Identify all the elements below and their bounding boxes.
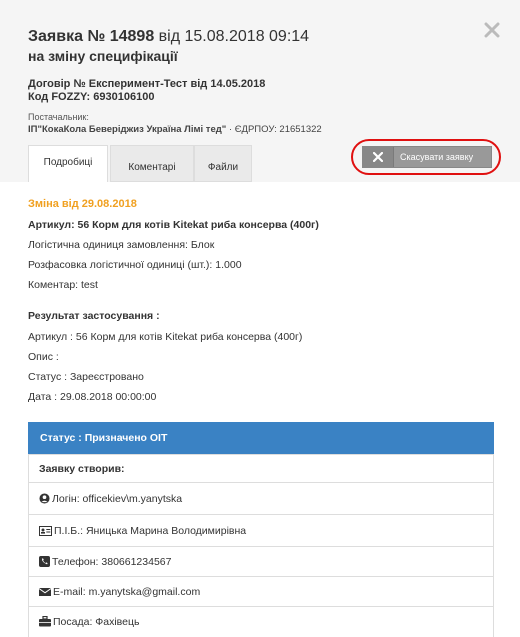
request-number: Заявка № 14898 bbox=[28, 28, 155, 45]
list-item: Телефон: 380661234567 bbox=[29, 546, 493, 576]
supplier-label: Постачальник: bbox=[28, 112, 89, 122]
cancel-request-button[interactable]: Скасувати заявку bbox=[362, 146, 492, 168]
result-description: Опис : bbox=[28, 351, 59, 363]
status-heading: Статус : Призначено ОІТ bbox=[28, 422, 494, 454]
user-icon bbox=[39, 493, 50, 507]
list-item: Логін: officekiev\m.yanytska bbox=[29, 482, 493, 514]
close-icon bbox=[363, 147, 394, 167]
tab-files[interactable]: Файли bbox=[194, 145, 252, 182]
email-value: E-mail: m.yanytska@gmail.com bbox=[53, 586, 201, 598]
list-item: Заявку створив: bbox=[29, 454, 493, 482]
page-title: Заявка № 14898 від 15.08.2018 09:14 bbox=[28, 28, 309, 46]
result-article: Артикул : 56 Корм для котів Kitekat риба… bbox=[28, 331, 303, 343]
status-heading-label: Статус : Призначено ОІТ bbox=[40, 432, 168, 444]
phone-icon bbox=[39, 556, 50, 570]
request-date: від 15.08.2018 09:14 bbox=[158, 28, 310, 45]
tab-comments[interactable]: Коментарі bbox=[110, 145, 194, 182]
list-item: E-mail: m.yanytska@gmail.com bbox=[29, 576, 493, 606]
request-modal: Заявка № 14898 від 15.08.2018 09:14 на з… bbox=[0, 0, 520, 637]
change-date: Зміна від 29.08.2018 bbox=[28, 198, 137, 210]
login-value: Логін: officekiev\m.yanytska bbox=[52, 493, 183, 505]
list-item: П.І.Б.: Яницька Марина Володимирівна bbox=[29, 514, 493, 546]
full-name-value: П.І.Б.: Яницька Марина Володимирівна bbox=[54, 525, 247, 537]
close-icon[interactable] bbox=[484, 22, 502, 40]
id-card-icon bbox=[39, 526, 52, 539]
fozzy-code: Код FOZZY: 6930106100 bbox=[28, 91, 155, 103]
logistic-unit-line: Логістична одиниця замовлення: Блок bbox=[28, 239, 215, 251]
supplier-info: ІП"КокаКола Беверіджиз Україна Лімі тед"… bbox=[28, 124, 322, 135]
cancel-request-label: Скасувати заявку bbox=[400, 152, 474, 162]
request-type: на зміну специфікації bbox=[28, 48, 178, 64]
supplier-edrpou: · ЄДРПОУ: 21651322 bbox=[228, 124, 322, 135]
contract-info: Договір № Експеримент-Тест від 14.05.201… bbox=[28, 78, 265, 104]
phone-value: Телефон: 380661234567 bbox=[52, 556, 172, 568]
envelope-icon bbox=[38, 587, 52, 600]
briefcase-icon bbox=[39, 615, 51, 630]
supplier-name: ІП"КокаКола Беверіджиз Україна Лімі тед" bbox=[28, 124, 227, 135]
tab-details[interactable]: Подробиці bbox=[28, 145, 108, 182]
position-value: Посада: Фахівець bbox=[53, 616, 140, 628]
result-date: Дата : 29.08.2018 00:00:00 bbox=[28, 391, 157, 403]
comment-line: Коментар: test bbox=[28, 279, 98, 291]
created-by-label: Заявку створив: bbox=[39, 463, 125, 475]
article-line: Артикул: 56 Корм для котів Kitekat риба … bbox=[28, 219, 319, 231]
contract-line: Договір № Експеримент-Тест від 14.05.201… bbox=[28, 78, 266, 90]
result-status: Статус : Зареєстровано bbox=[28, 371, 144, 383]
list-item: Посада: Фахівець bbox=[29, 606, 493, 637]
result-title: Результат застосування : bbox=[28, 310, 160, 322]
packaging-line: Розфасовка логістичної одиниці (шт.): 1.… bbox=[28, 259, 242, 271]
